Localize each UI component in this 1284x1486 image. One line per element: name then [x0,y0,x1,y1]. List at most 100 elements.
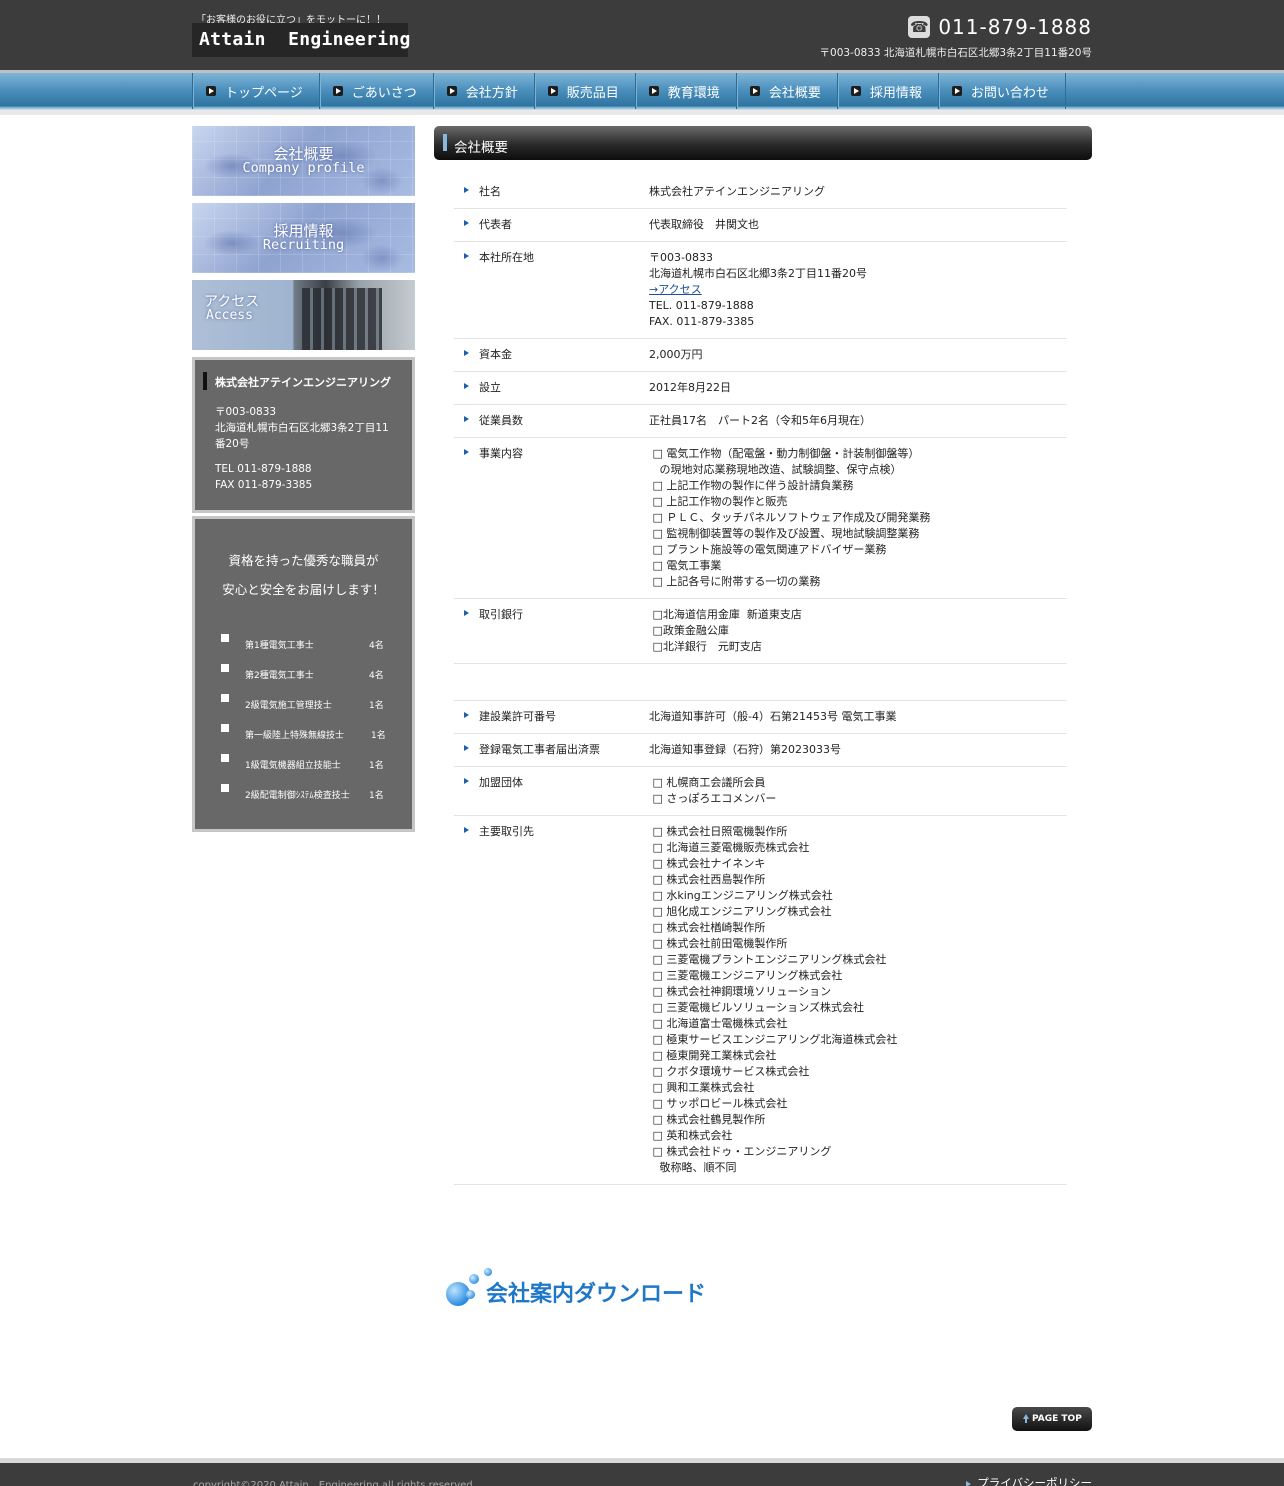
row-value: □ 札幌商工会議所会員 □ さっぽろエコメンバー [649,766,1067,816]
table-row: 代表者 代表取締役 井関文也 [454,208,1067,242]
row-value: □ 株式会社日照電機製作所 □ 北海道三菱電機販売株式会社 □ 株式会社ナイネン… [649,815,1067,1185]
list-item: 1級電気機器組立技能士 1名 [195,754,412,784]
arrow-bullet-icon [850,86,861,96]
nav-item-education[interactable]: 教育環境 [635,73,737,109]
heading-mark [443,134,447,151]
row-value: 代表取締役 井関文也 [649,208,1067,242]
row-label: 資本金 [454,338,649,372]
triangle-bullet-icon [464,827,469,833]
download-brochure-link[interactable]: 会社案内ダウンロード [444,1268,706,1308]
table-row: 主要取引先 □ 株式会社日照電機製作所 □ 北海道三菱電機販売株式会社 □ 株式… [454,815,1067,1185]
table-row: 事業内容 □ 電気工作物（配電盤・動力制御盤・計装制御盤等） の現地対応業務現地… [454,437,1067,599]
arrow-bullet-icon [951,86,962,96]
site-header: 「お客様のお役に立つ」をモットーに！！ Attain Engineering ☎… [0,0,1284,70]
company-contact: TEL 011-879-1888 FAX 011-879-3385 [215,463,313,491]
square-bullet-icon [221,724,229,732]
row-label: 社名 [454,176,649,209]
triangle-bullet-icon [464,778,469,784]
row-value: □ 電気工作物（配電盤・動力制御盤・計装制御盤等） の現地対応業務現地改造、試験… [649,437,1067,599]
banner-access[interactable]: アクセス Access [192,280,415,350]
triangle-bullet-icon [464,350,469,356]
header-phone: 011-879-1888 [938,15,1092,39]
global-nav: トップページ ごあいさつ 会社方針 販売品目 教育環境 会社概要 採用情報 お問… [192,73,1066,109]
building-photo [302,288,382,350]
row-value: 2012年8月22日 [649,371,1067,405]
table-row: 取引銀行 □北海道信用金庫 新道東支店 □政策金融公庫 □北洋銀行 元町支店 [454,598,1067,664]
arrow-bullet-icon [206,86,216,96]
square-bullet-icon [221,694,229,702]
row-value: 2,000万円 [649,338,1067,372]
arrow-bullet-icon [547,86,558,96]
privacy-policy-link[interactable]: プライバシーポリシー [966,1475,1092,1486]
triangle-bullet-icon [464,253,469,259]
nav-item-company[interactable]: 会社概要 [736,73,838,109]
nav-item-greeting[interactable]: ごあいさつ [319,73,434,109]
row-value: 株式会社アテインエンジニアリング [649,176,1067,209]
table-row [454,663,1067,701]
site-logo[interactable]: Attain Engineering [192,23,410,57]
row-value: 正社員17名 パート2名（令和5年6月現在） [649,404,1067,438]
row-label: 設立 [454,371,649,405]
table-row: 建設業許可番号 北海道知事許可（般-4）石第21453号 電気工事業 [454,700,1067,734]
row-label: 建設業許可番号 [454,700,649,734]
triangle-bullet-icon [464,712,469,718]
table-row: 登録電気工事者届出済票 北海道知事登録（石狩）第2023033号 [454,733,1067,767]
access-link[interactable]: →アクセス [649,282,1067,298]
nav-divider [0,110,1284,115]
row-label: 従業員数 [454,404,649,438]
table-row: 従業員数 正社員17名 パート2名（令和5年6月現在） [454,404,1067,438]
arrow-bullet-icon [446,86,457,96]
list-item: 2級電気施工管理技士 1名 [195,694,412,724]
arrow-bullet-icon [648,86,659,96]
page-title: 会社概要 [454,140,508,156]
nav-item-recruit[interactable]: 採用情報 [837,73,939,109]
row-label: 取引銀行 [454,598,649,664]
list-item: 2級配電制御ｼｽﾃﾑ検査技士 1名 [195,784,412,814]
row-label: 本社所在地 [454,241,649,339]
company-address: 〒003-0833 北海道札幌市白石区北郷3条2丁目11 番20号 [215,406,389,450]
row-value [649,663,1067,701]
qualifications-list: 第1種電気工事士 4名 第2種電気工事士 4名 2級電気施工管理技士 1名 第一級陸上… [195,634,412,814]
list-item: 第1種電気工事士 4名 [195,634,412,664]
row-value: 北海道知事登録（石狩）第2023033号 [649,733,1067,767]
list-item: 第2種電気工事士 4名 [195,664,412,694]
nav-item-top[interactable]: トップページ [193,73,320,109]
square-bullet-icon [221,754,229,762]
row-label: 加盟団体 [454,766,649,816]
qualifications-lead: 資格を持った優秀な職員が 安心と安全をお届けします！ [222,553,385,597]
site-footer: copyright©2020 Attain Engineering all ri… [0,1458,1284,1486]
arrow-up-icon [1023,1414,1029,1423]
bubbles-icon [444,1268,492,1308]
sidebar: 会社概要 Company profile 採用情報 Recruiting アクセ… [192,126,415,832]
arrow-bullet-icon [966,1480,972,1486]
nav-item-policy[interactable]: 会社方針 [433,73,535,109]
triangle-bullet-icon [464,187,469,193]
table-row: 社名 株式会社アテインエンジニアリング [454,176,1067,209]
triangle-bullet-icon [464,416,469,422]
row-label: 主要取引先 [454,815,649,1185]
page-title-bar: 会社概要 [434,126,1092,160]
nav-item-products[interactable]: 販売品目 [534,73,636,109]
row-label: 代表者 [454,208,649,242]
company-name: 株式会社アテインエンジニアリング [215,376,391,389]
qualifications-box: 資格を持った優秀な職員が 安心と安全をお届けします！ 第1種電気工事士 4名 第2… [192,516,415,832]
triangle-bullet-icon [464,449,469,455]
main-content: 会社概要 社名 株式会社アテインエンジニアリング 代表者 代表取締役 井関文也 本社所在… [434,126,1092,1185]
square-bullet-icon [221,634,229,642]
nav-bar: トップページ ごあいさつ 会社方針 販売品目 教育環境 会社概要 採用情報 お問… [0,70,1284,110]
square-bullet-icon [221,784,229,792]
table-row: 資本金 2,000万円 [454,338,1067,372]
banner-company-profile[interactable]: 会社概要 Company profile [192,126,415,196]
company-info-box: 株式会社アテインエンジニアリング 〒003-0833 北海道札幌市白石区北郷3条… [192,357,415,513]
row-value: □北海道信用金庫 新道東支店 □政策金融公庫 □北洋銀行 元町支店 [649,598,1067,664]
arrow-bullet-icon [332,86,343,96]
copyright: copyright©2020 Attain Engineering all ri… [193,1480,476,1486]
square-bullet-icon [221,664,229,672]
table-row: 本社所在地 〒003-0833 北海道札幌市白石区北郷3条2丁目11番20号 →アクセ… [454,241,1067,339]
nav-item-contact[interactable]: お問い合わせ [938,73,1066,109]
heading-mark [203,372,207,390]
phone-row: ☎ 011-879-1888 [908,15,1092,39]
list-item: 第一級陸上特殊無線技士 1名 [195,724,412,754]
page-top-button[interactable]: PAGE TOP [1012,1407,1092,1431]
banner-recruiting[interactable]: 採用情報 Recruiting [192,203,415,273]
